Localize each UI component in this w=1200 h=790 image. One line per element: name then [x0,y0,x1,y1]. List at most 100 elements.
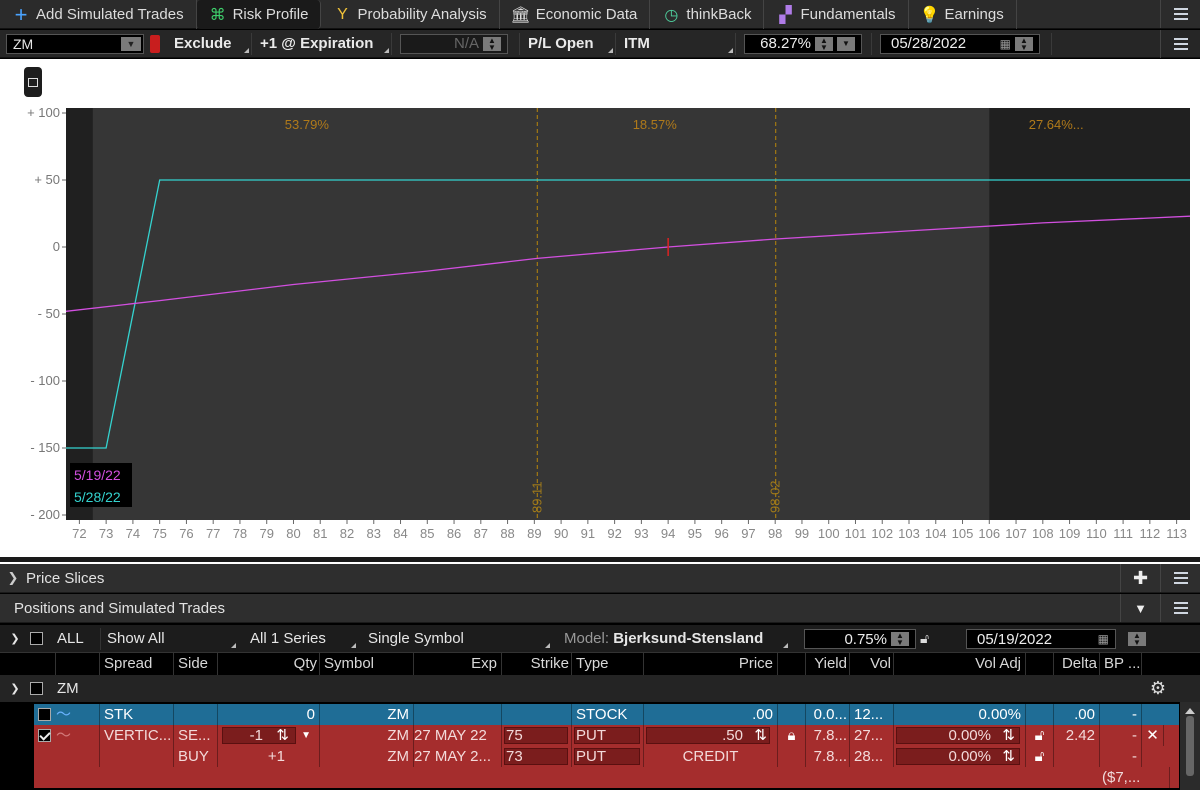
date-field[interactable]: 05/28/2022 ▦ ▲ ▼ [880,33,1040,54]
col-delta[interactable]: Delta [1054,653,1100,675]
cell-exp[interactable]: 27 MAY 22 [414,725,502,746]
symbol-selector[interactable]: ZM ▼ [6,33,144,54]
col-symbol[interactable]: Symbol [320,653,414,675]
tab-thinkback[interactable]: ◷ thinkBack [650,0,765,29]
row-checkbox[interactable] [38,708,51,721]
table-row[interactable]: 〜 VERTIC... SE... -1 ⇅ ▼ ZM 27 MAY 22 75… [34,725,1179,746]
cell-qty[interactable]: 0 [218,704,320,725]
menu-icon[interactable] [1160,564,1200,592]
probability-field[interactable]: 68.27% ▲ ▼ ▼ [744,33,862,54]
cell-qty: +1 [218,746,320,767]
gear-icon[interactable]: ⚙ [1150,678,1166,699]
alert-flag-icon[interactable] [150,34,160,53]
show-all-dropdown[interactable]: Show All [100,628,238,650]
calendar-icon[interactable]: ▦ [1098,632,1109,646]
stepper-icon[interactable]: ▲ ▼ [483,36,501,51]
cell-qty[interactable]: -1 [250,725,263,746]
row-checkbox[interactable] [38,729,51,742]
stepper-icon[interactable]: ▲ ▼ [815,36,833,51]
x-tick-label: 91 [581,526,595,541]
cell-type[interactable]: PUT [576,725,606,746]
stepper-icon[interactable]: ⇅ [1002,725,1015,746]
cell-strike[interactable]: 73 [506,746,523,767]
stepper-icon[interactable]: ⇅ [1002,746,1015,767]
symbol-group-row[interactable]: ❯ ZM ⚙ [0,675,1200,702]
col-strike[interactable]: Strike [502,653,572,675]
select-all-checkbox[interactable] [30,632,43,645]
single-symbol-dropdown[interactable]: Single Symbol [362,628,552,650]
table-row[interactable]: 〜 STK 0 ZM STOCK .00 0.0... 12... 0.00% … [34,704,1179,725]
bulb-icon: 💡 [919,6,940,24]
cell-strike[interactable]: 75 [506,725,523,746]
cell-price[interactable]: .00 [644,704,778,725]
col-price[interactable]: Price [644,653,778,675]
col-side[interactable]: Side [174,653,218,675]
cell-price[interactable]: .50 [722,725,743,746]
col-exp[interactable]: Exp [414,653,502,675]
chevron-right-icon[interactable]: ❯ [0,570,26,586]
col-vol-adj[interactable]: Vol Adj [894,653,1026,675]
itm-dropdown[interactable]: ITM [616,32,736,55]
group-checkbox[interactable] [30,682,43,695]
probability-label: 27.64%... [1029,117,1084,132]
na-field[interactable]: N/A ▲ ▼ [400,33,508,54]
chevron-down-icon[interactable]: ▼ [301,725,311,746]
tab-add-simulated-trades[interactable]: + Add Simulated Trades [0,0,197,29]
add-icon[interactable]: ✚ [1120,564,1160,592]
stepper-icon[interactable]: ⇅ [754,725,767,746]
tab-earnings[interactable]: 💡 Earnings [909,0,1017,29]
tab-probability-analysis[interactable]: Y Probability Analysis [321,0,500,29]
chevron-down-icon[interactable]: ▼ [121,36,141,51]
col-spread[interactable]: Spread [100,653,174,675]
chevron-down-icon[interactable]: ❯ [0,632,30,645]
menu-icon[interactable] [1160,0,1200,28]
lock-open-icon[interactable]: 🔓︎ [1026,725,1054,746]
lock-open-icon[interactable]: 🔓︎ [1026,746,1054,767]
series-dropdown[interactable]: All 1 Series [244,628,358,650]
pl-open-dropdown[interactable]: P/L Open [520,32,616,55]
scroll-thumb[interactable] [1186,716,1194,776]
chevron-down-icon[interactable]: ▼ [837,36,855,51]
lock-icon[interactable]: 🔒︎ [778,725,806,746]
x-tick-label: 80 [286,526,300,541]
cell-vol-adj[interactable]: 0.00% [948,725,991,746]
tab-fundamentals[interactable]: ▞ Fundamentals [764,0,909,29]
col-yield[interactable]: Yield [806,653,850,675]
expiration-dropdown[interactable]: +1 @ Expiration [252,32,392,55]
menu-icon[interactable] [1160,29,1200,58]
pos-date-field[interactable]: 05/19/2022 ▦ [966,629,1116,649]
menu-icon[interactable] [1160,594,1200,622]
close-icon[interactable]: ✕ [1142,725,1164,746]
cell-side [174,704,218,725]
collapse-icon[interactable]: ▼ [1120,594,1160,622]
model-dropdown[interactable]: Model: Bjerksund-Stensland [556,628,790,650]
lock-open-icon[interactable]: 🔓︎ [920,630,929,647]
cell-vol-adj[interactable]: 0.00% [894,704,1026,725]
col-bp[interactable]: BP ... [1100,653,1142,675]
price-slices-header[interactable]: ❯ Price Slices ✚ [0,564,1200,593]
calendar-icon[interactable]: ▦ [1000,37,1011,51]
cell-vol-adj[interactable]: 0.00% [948,746,991,767]
stepper-icon[interactable]: ▲ ▼ [1128,632,1146,647]
col-type[interactable]: Type [572,653,644,675]
cell-vol: 12... [850,704,894,725]
tab-risk-profile[interactable]: ⌘ Risk Profile [196,0,322,29]
col-qty[interactable]: Qty [218,653,320,675]
exclude-dropdown[interactable]: Exclude [166,32,252,55]
chevron-down-icon[interactable]: ❯ [0,682,30,695]
rate-field[interactable]: 0.75% ▲ ▼ [804,629,916,649]
cell-type[interactable]: PUT [576,746,606,767]
stepper-icon[interactable]: ⇅ [276,725,289,746]
trend-icon: 〜 [56,704,100,725]
scroll-up-icon[interactable] [1185,708,1195,714]
panel-splitter[interactable] [0,555,1200,564]
col-vol[interactable]: Vol [850,653,894,675]
table-scrollbar[interactable] [1180,702,1200,790]
risk-profile-chart[interactable]: + 100 + 50 0 - 50 - 100 - 150 - 200 72 73 74 75 76 7… [0,59,1200,555]
cell-exp[interactable]: 27 MAY 2... [414,746,502,767]
stepper-icon[interactable]: ▲ ▼ [891,632,909,647]
table-row[interactable]: BUY +1 ZM 27 MAY 2... 73 PUT CREDIT 7.8.… [34,746,1179,767]
tab-economic-data[interactable]: 🏛 Economic Data [500,0,651,29]
risk-profile-svg[interactable]: + 100 + 50 0 - 50 - 100 - 150 - 200 72 73 74 75 76 7… [0,59,1200,555]
stepper-icon[interactable]: ▲ ▼ [1015,36,1033,51]
